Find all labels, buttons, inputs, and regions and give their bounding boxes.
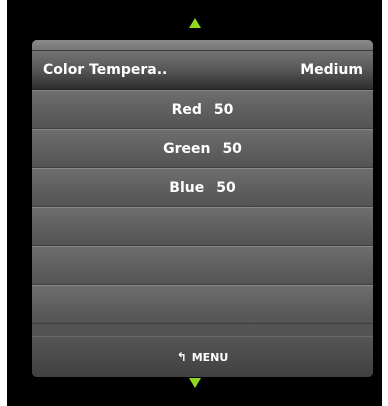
panel-top-bevel <box>32 40 373 51</box>
green-value: 50 <box>222 140 242 157</box>
menu-row-empty-2 <box>32 246 373 285</box>
menu-button[interactable]: ↰ MENU <box>32 336 373 377</box>
menu-row-blue[interactable]: Blue 50 <box>32 168 373 207</box>
menu-row-red[interactable]: Red 50 <box>32 90 373 129</box>
scroll-up-arrow-icon[interactable] <box>188 18 201 28</box>
scroll-down-arrow-icon[interactable] <box>188 378 201 388</box>
menu-label: MENU <box>191 350 229 364</box>
red-label: Red <box>171 101 202 118</box>
osd-frame: Color Tempera.. Medium Red 50 Green 50 B… <box>7 0 382 406</box>
menu-row-empty-1 <box>32 207 373 246</box>
menu-row-green[interactable]: Green 50 <box>32 129 373 168</box>
return-arrow-icon: ↰ <box>176 350 187 364</box>
color-temperature-row[interactable]: Color Tempera.. Medium <box>32 51 373 90</box>
red-value: 50 <box>213 101 234 118</box>
blue-value: 50 <box>216 179 236 196</box>
green-label: Green <box>163 140 211 157</box>
color-temperature-label: Color Tempera.. <box>43 62 168 78</box>
osd-menu-panel: Color Tempera.. Medium Red 50 Green 50 B… <box>32 40 373 377</box>
menu-row-empty-3 <box>32 285 373 324</box>
blue-label: Blue <box>169 179 205 196</box>
color-temperature-value: Medium <box>300 62 363 78</box>
